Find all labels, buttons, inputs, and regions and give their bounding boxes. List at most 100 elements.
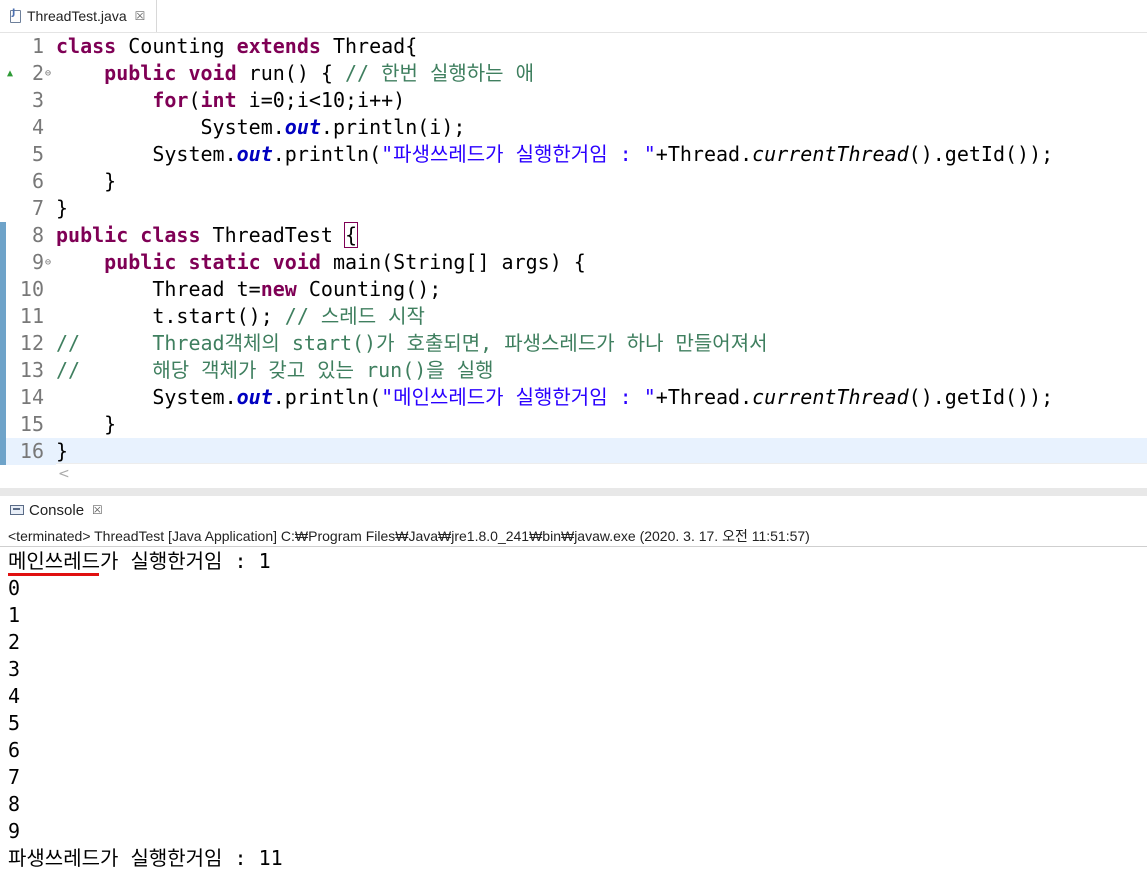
- code-token: }: [56, 439, 69, 463]
- code-token: Thread{: [320, 34, 418, 58]
- code-text: }: [56, 168, 116, 195]
- console-output-line: 9: [8, 819, 21, 843]
- code-editor[interactable]: 1 class Counting extends Thread{▲ 2 ⊖ publi…: [0, 33, 1147, 465]
- change-marker: [0, 249, 6, 276]
- console-output-line: 6: [8, 738, 21, 762]
- code-line[interactable]: 3 for(int i=0;i<10;i++): [0, 87, 1147, 114]
- keyword-token: public: [104, 61, 177, 85]
- code-token: ().getId());: [908, 385, 1054, 409]
- code-line[interactable]: 5 System.out.println("파생쓰레드가 실행한거임 : "+T…: [0, 141, 1147, 168]
- keyword-token: int: [200, 88, 237, 112]
- console-output-line: 파생쓰레드가 실행한거임 : 11: [8, 846, 283, 870]
- editor-tab-bar: ThreadTest.java ☒: [0, 0, 1147, 33]
- code-line[interactable]: 12 // Thread객체의 start()가 호출되면, 파생스레드가 하나 …: [0, 330, 1147, 357]
- code-token: out: [236, 385, 273, 409]
- close-icon[interactable]: ☒: [92, 503, 103, 517]
- code-line[interactable]: 13 // 해당 객체가 갖고 있는 run()을 실행: [0, 357, 1147, 384]
- line-number: 10: [19, 277, 44, 301]
- change-marker: [0, 303, 6, 330]
- code-line[interactable]: 4 System.out.println(i);: [0, 114, 1147, 141]
- line-number: 4: [31, 115, 44, 139]
- code-token: .println(i);: [320, 115, 466, 139]
- keyword-token: new: [260, 277, 297, 301]
- code-token: }: [56, 169, 117, 193]
- annotation-underline: [8, 573, 99, 576]
- code-line[interactable]: 16}: [0, 438, 1147, 465]
- editor-tab-label: ThreadTest.java: [27, 8, 127, 24]
- code-token: Thread t=: [56, 277, 261, 301]
- code-line[interactable]: 10 Thread t=new Counting();: [0, 276, 1147, 303]
- keyword-token: class: [56, 34, 117, 58]
- code-text: System.out.println("메인쓰레드가 실행한거임 : "+Thr…: [56, 384, 1053, 411]
- string-token: "파생쓰레드가 실행한거임 : ": [381, 142, 656, 166]
- code-token: currentThread: [752, 385, 909, 409]
- keyword-token: void: [188, 61, 237, 85]
- code-line[interactable]: 7}: [0, 195, 1147, 222]
- change-marker: [0, 438, 6, 465]
- code-text: }: [56, 411, 116, 438]
- code-token: Counting: [116, 34, 237, 58]
- console-output-line: 7: [8, 765, 21, 789]
- code-token: ().getId());: [908, 142, 1054, 166]
- code-token: i=0;i<10;i++): [236, 88, 406, 112]
- line-number: 16: [19, 439, 44, 463]
- code-text: public class ThreadTest {: [56, 222, 359, 249]
- code-text: }: [56, 438, 68, 465]
- comment-token: // 한번 실행하는 애: [345, 61, 535, 85]
- comment-token: // 해당 객체가 갖고 있는 run()을 실행: [56, 358, 494, 382]
- code-line[interactable]: 15 }: [0, 411, 1147, 438]
- comment-token: // 스레드 시작: [284, 304, 425, 328]
- console-output-line: 2: [8, 630, 21, 654]
- code-line[interactable]: 1 class Counting extends Thread{: [0, 33, 1147, 60]
- fold-toggle-icon[interactable]: ⊖: [45, 60, 51, 87]
- change-marker: [0, 411, 6, 438]
- code-line[interactable]: 11 t.start(); // 스레드 시작: [0, 303, 1147, 330]
- code-line[interactable]: ▲ 2 ⊖ public void run() { // 한번 실행하는 애: [0, 60, 1147, 87]
- console-output[interactable]: 메인쓰레드가 실행한거임 : 1 0 1 2 3 4 5 6 7 8 9 파생쓰레드가 실행한거임 :…: [0, 548, 1147, 886]
- code-token: .println(: [272, 142, 382, 166]
- code-token: t.start();: [56, 304, 285, 328]
- code-token: {: [344, 222, 359, 248]
- code-text: class Counting extends Thread{: [56, 33, 417, 60]
- code-line[interactable]: 8 public class ThreadTest {: [0, 222, 1147, 249]
- change-marker: [0, 384, 6, 411]
- line-number: 1: [31, 34, 44, 58]
- console-tab[interactable]: Console ☒: [0, 496, 112, 524]
- code-token: (: [188, 88, 201, 112]
- console-output-line: 3: [8, 657, 21, 681]
- keyword-token: extends: [236, 34, 321, 58]
- line-number: 6: [31, 169, 44, 193]
- console-icon: [10, 505, 24, 515]
- java-file-icon: [10, 8, 21, 23]
- line-number: 5: [31, 142, 44, 166]
- panel-divider[interactable]: [0, 488, 1147, 496]
- keyword-token: class: [140, 223, 201, 247]
- editor-tab-threadtest[interactable]: ThreadTest.java ☒: [0, 0, 157, 32]
- console-output-line: 8: [8, 792, 21, 816]
- console-output-line: 4: [8, 684, 21, 708]
- scroll-left-arrow-icon[interactable]: <: [58, 466, 70, 482]
- code-text: System.out.println(i);: [56, 114, 465, 141]
- code-token: .println(: [272, 385, 382, 409]
- code-line[interactable]: 6 }: [0, 168, 1147, 195]
- fold-toggle-icon[interactable]: ⊖: [45, 249, 51, 276]
- close-icon[interactable]: ☒: [135, 9, 146, 23]
- line-number: 15: [19, 412, 44, 436]
- keyword-token: for: [152, 88, 189, 112]
- line-number: 14: [19, 385, 44, 409]
- string-token: "메인쓰레드가 실행한거임 : ": [381, 385, 656, 409]
- keyword-token: public: [104, 250, 177, 274]
- console-status-header: <terminated> ThreadTest [Java Applicatio…: [0, 525, 1147, 547]
- code-token: System.: [56, 142, 237, 166]
- code-line[interactable]: 9 ⊖ public static void main(String[] args…: [0, 249, 1147, 276]
- keyword-token: static: [188, 250, 261, 274]
- code-text: System.out.println("파생쓰레드가 실행한거임 : "+Thr…: [56, 141, 1053, 168]
- code-line[interactable]: 14 System.out.println("메인쓰레드가 실행한거임 : "+…: [0, 384, 1147, 411]
- code-text: Thread t=new Counting();: [56, 276, 441, 303]
- editor-horizontal-scrollbar[interactable]: <: [56, 463, 1147, 488]
- code-text: t.start(); // 스레드 시작: [56, 303, 425, 330]
- override-indicator-icon[interactable]: ▲: [7, 60, 13, 87]
